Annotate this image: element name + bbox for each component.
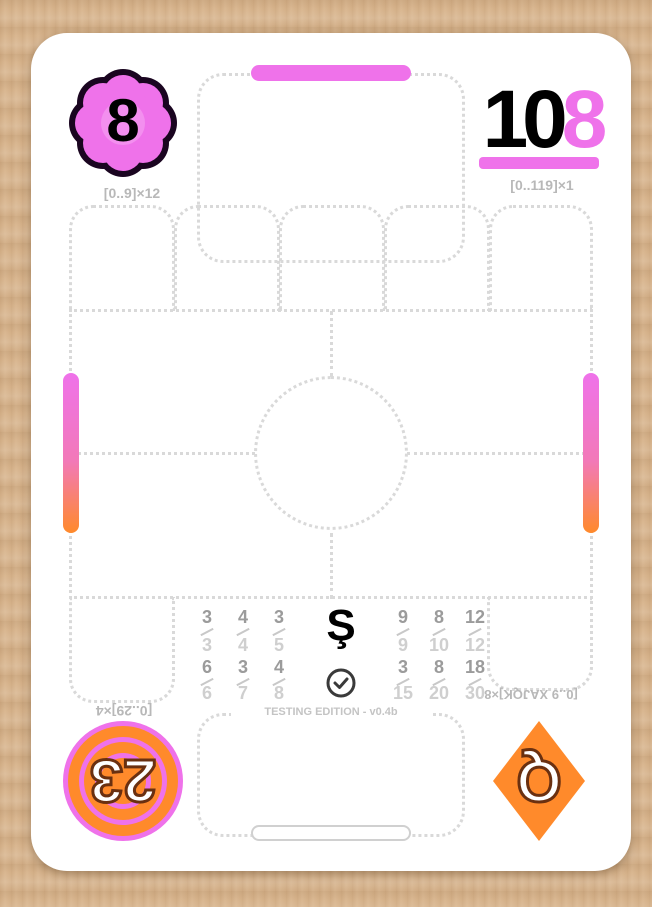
top-left-range: [0..9]×12 (103, 185, 161, 201)
divider-horizontal-left (71, 452, 255, 455)
grid-value: 9 (397, 607, 408, 627)
grid-value: 12 (464, 635, 486, 655)
bottom-progress-bar (251, 825, 411, 841)
grid-value: 8 (273, 683, 284, 703)
divider-vertical-top (330, 311, 333, 377)
number-column: 12 12 18 30 (459, 605, 491, 705)
grid-value: 10 (428, 635, 450, 655)
grid-value: 8 (433, 607, 444, 627)
grid-value: 3 (201, 635, 212, 655)
top-right-number-accent: 8 (561, 74, 608, 165)
number-column: 3 5 4 8 (263, 605, 295, 705)
divider-vertical-bottom (330, 533, 333, 599)
bottom-right-slot (487, 597, 593, 691)
slot-4 (384, 205, 490, 311)
grid-value: 6 (201, 683, 212, 703)
bottom-left-number: 23 (88, 746, 158, 816)
slot-3 (279, 205, 385, 311)
top-progress-bar (251, 65, 411, 81)
bottom-left-slot (69, 597, 175, 703)
grid-value: 8 (433, 657, 444, 677)
grid-value: 4 (237, 635, 248, 655)
bottom-right-rank: Q (515, 747, 563, 815)
right-gradient-bar (583, 373, 599, 533)
left-gradient-bar (63, 373, 79, 533)
top-right-underline (479, 157, 599, 169)
grid-value: 15 (392, 683, 414, 703)
grid-value: 3 (201, 607, 212, 627)
grid-value: 30 (464, 683, 486, 703)
grid-value: 5 (273, 635, 284, 655)
top-right-number: 108 (467, 79, 617, 161)
grid-value: 18 (464, 657, 486, 677)
bottom-right-range: [0..9 XAJQK]×8 (484, 687, 578, 702)
grid-value: 12 (464, 607, 486, 627)
bottom-slot-zone (197, 713, 465, 837)
top-right-number-main: 10 (482, 74, 568, 165)
center-circle-zone (254, 376, 408, 530)
number-column: 9 9 3 15 (387, 605, 419, 705)
check-circle-icon (326, 668, 356, 698)
grid-value: 9 (397, 635, 408, 655)
slot-2 (174, 205, 280, 311)
number-column: 8 10 8 20 (423, 605, 455, 705)
edition-label: TESTING EDITION - v0.4b (231, 706, 431, 718)
number-column: 3 3 6 6 (191, 605, 223, 705)
number-grid: 3 3 6 6 4 4 3 7 3 5 4 8 Ş 9 9 3 15 8 10 … (191, 601, 491, 705)
center-symbol: Ş (326, 601, 356, 650)
grid-value: 6 (201, 657, 212, 677)
grid-value: 3 (237, 657, 248, 677)
top-left-rank: 8 (106, 87, 140, 154)
grid-value: 4 (273, 657, 284, 677)
divider-horizontal-right (407, 452, 591, 455)
grid-value: 20 (428, 683, 450, 703)
top-right-range: [0..119]×1 (510, 177, 574, 193)
grid-value: 4 (237, 607, 248, 627)
grid-value: 3 (273, 607, 284, 627)
game-card[interactable]: 8 [0..9]×12 108 [0..119]×1 23 [0..29]×4 … (31, 33, 631, 871)
slot-5 (489, 205, 593, 311)
grid-value: 3 (397, 657, 408, 677)
number-column: 4 4 3 7 (227, 605, 259, 705)
grid-value: 7 (237, 683, 248, 703)
slot-1 (69, 205, 175, 311)
bottom-left-range: [0..29]×4 (95, 703, 153, 719)
